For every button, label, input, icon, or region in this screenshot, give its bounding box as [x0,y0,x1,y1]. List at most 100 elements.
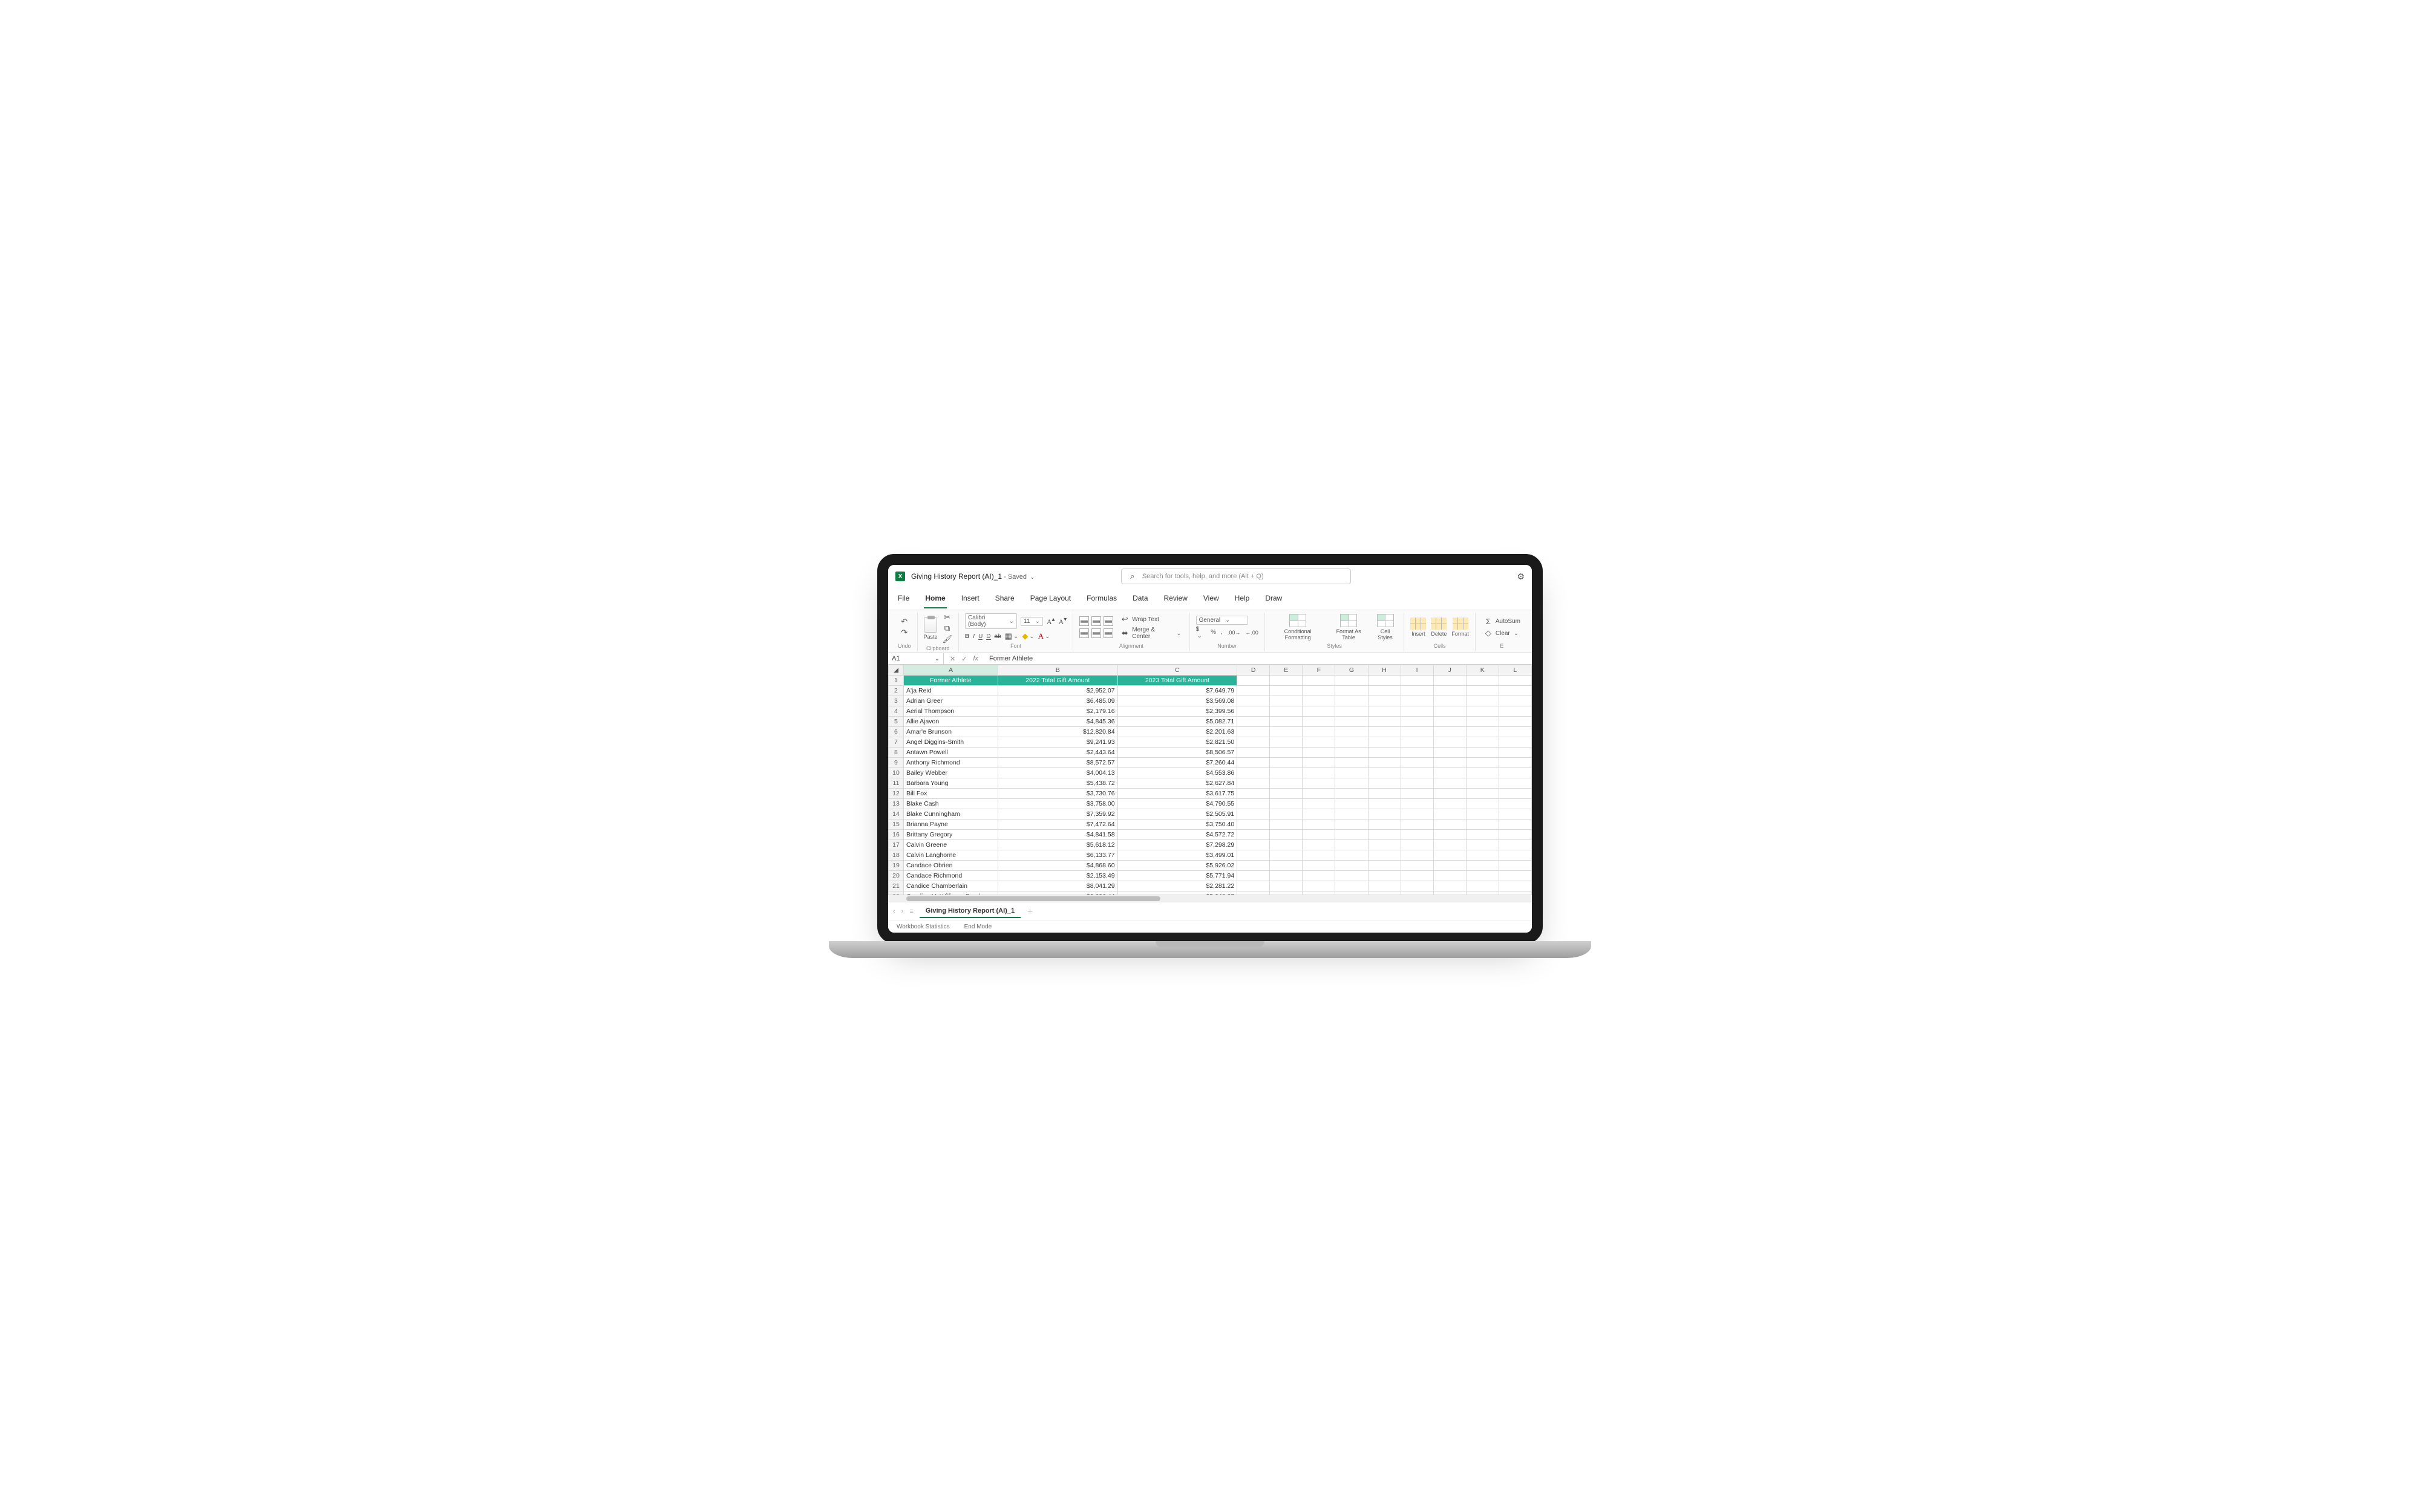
select-all-corner[interactable]: ◢ [889,665,904,676]
all-sheets-button[interactable]: ≡ [909,908,913,915]
fill-color-button[interactable]: ◆⌄ [1022,631,1034,641]
cell[interactable] [1270,696,1303,706]
cell[interactable] [1368,861,1401,871]
strikethrough-button[interactable]: ab [995,633,1001,640]
row-header[interactable]: 1 [889,676,904,686]
cell[interactable] [1433,850,1466,861]
cell[interactable] [1270,861,1303,871]
menu-home[interactable]: Home [924,590,946,608]
cell-styles-button[interactable]: Cell Styles [1373,614,1398,640]
double-underline-button[interactable]: D [986,633,990,640]
cell[interactable] [1335,820,1368,830]
cell[interactable]: $2,443.64 [998,748,1117,758]
cell[interactable] [1270,820,1303,830]
percent-button[interactable]: % [1211,629,1216,636]
add-sheet-button[interactable]: ＋ [1027,907,1033,916]
menu-data[interactable]: Data [1131,590,1149,608]
sheet-tab[interactable]: Giving History Report (AI)_1 [920,905,1021,918]
cell[interactable] [1303,820,1335,830]
cell[interactable] [1401,820,1433,830]
cell[interactable]: A'ja Reid [903,686,998,696]
cell[interactable] [1433,727,1466,737]
cell[interactable] [1237,850,1270,861]
cell[interactable] [1368,696,1401,706]
cell[interactable]: Aerial Thompson [903,706,998,717]
cell[interactable] [1270,789,1303,799]
cell[interactable] [1466,706,1499,717]
cell[interactable] [1237,809,1270,820]
cell[interactable]: Anthony Richmond [903,758,998,768]
cell[interactable] [1499,861,1531,871]
cell[interactable] [1466,861,1499,871]
cell[interactable] [1466,778,1499,789]
cell[interactable] [1335,799,1368,809]
cell[interactable]: $2,627.84 [1117,778,1237,789]
cell[interactable] [1368,871,1401,881]
cell[interactable] [1270,768,1303,778]
row-header[interactable]: 3 [889,696,904,706]
italic-button[interactable]: I [973,633,975,640]
cell[interactable] [1237,830,1270,840]
cell[interactable] [1499,768,1531,778]
cell[interactable] [1368,717,1401,727]
cell[interactable] [1303,686,1335,696]
cell[interactable] [1335,717,1368,727]
cell[interactable] [1466,696,1499,706]
cell[interactable] [1499,758,1531,768]
cell[interactable] [1499,881,1531,891]
cell[interactable] [1303,840,1335,850]
font-color-button[interactable]: A⌄ [1038,631,1050,641]
row-header[interactable]: 17 [889,840,904,850]
cell[interactable] [1368,778,1401,789]
cell[interactable] [1466,737,1499,748]
cell[interactable] [1466,758,1499,768]
cell[interactable] [1499,871,1531,881]
column-header-E[interactable]: E [1270,665,1303,676]
cell[interactable] [1303,768,1335,778]
format-cells-button[interactable]: Format [1451,618,1469,637]
cell[interactable] [1466,850,1499,861]
cell[interactable] [1335,881,1368,891]
autosum-button[interactable]: ΣAutoSum [1482,616,1522,627]
decrease-font-icon[interactable]: A▾ [1059,616,1067,627]
cell[interactable] [1499,820,1531,830]
cell[interactable] [1433,768,1466,778]
cell[interactable] [1335,727,1368,737]
cell[interactable]: $5,618.12 [998,840,1117,850]
row-header[interactable]: 15 [889,820,904,830]
cell[interactable]: Barbara Young [903,778,998,789]
cell[interactable] [1303,799,1335,809]
cell[interactable] [1401,717,1433,727]
cell[interactable] [1401,748,1433,758]
cell[interactable] [1270,850,1303,861]
cell[interactable] [1368,850,1401,861]
cell[interactable]: $4,868.60 [998,861,1117,871]
cell[interactable] [1335,871,1368,881]
cell[interactable]: Calvin Greene [903,840,998,850]
menu-share[interactable]: Share [994,590,1016,608]
cell[interactable] [1270,717,1303,727]
cell[interactable]: Candace Obrien [903,861,998,871]
cell[interactable] [1368,881,1401,891]
cell[interactable] [1335,789,1368,799]
decrease-decimal-button[interactable]: ←.00 [1245,630,1258,636]
row-header[interactable]: 9 [889,758,904,768]
cell[interactable] [1368,830,1401,840]
row-header[interactable]: 18 [889,850,904,861]
fx-cancel-icon[interactable]: ✕ [950,655,955,663]
paste-button[interactable]: Paste [924,617,938,640]
menu-page-layout[interactable]: Page Layout [1029,590,1072,608]
fx-confirm-icon[interactable]: ✓ [961,655,967,663]
cell[interactable] [1303,789,1335,799]
cell[interactable] [1401,799,1433,809]
redo-icon[interactable]: ↷ [900,628,909,637]
row-header[interactable]: 12 [889,789,904,799]
cell[interactable]: $2,179.16 [998,706,1117,717]
table-header-cell[interactable]: Former Athlete [903,676,998,686]
cell[interactable] [1237,799,1270,809]
cell[interactable]: Adrian Greer [903,696,998,706]
cell[interactable] [1270,748,1303,758]
cell[interactable] [1237,871,1270,881]
horizontal-scrollbar[interactable] [888,894,1532,902]
cell[interactable] [1368,820,1401,830]
